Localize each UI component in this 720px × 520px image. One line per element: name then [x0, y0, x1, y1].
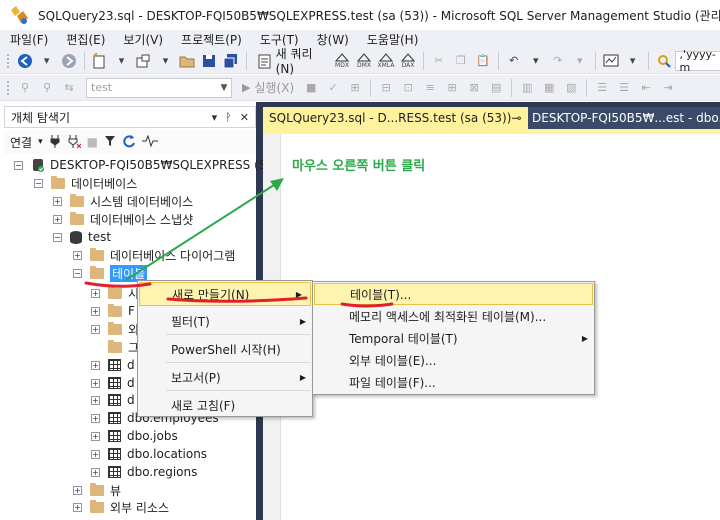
underline-overlay	[84, 281, 394, 308]
table-underline	[340, 302, 394, 308]
tables-underline	[84, 281, 152, 288]
new-underline	[166, 296, 308, 303]
